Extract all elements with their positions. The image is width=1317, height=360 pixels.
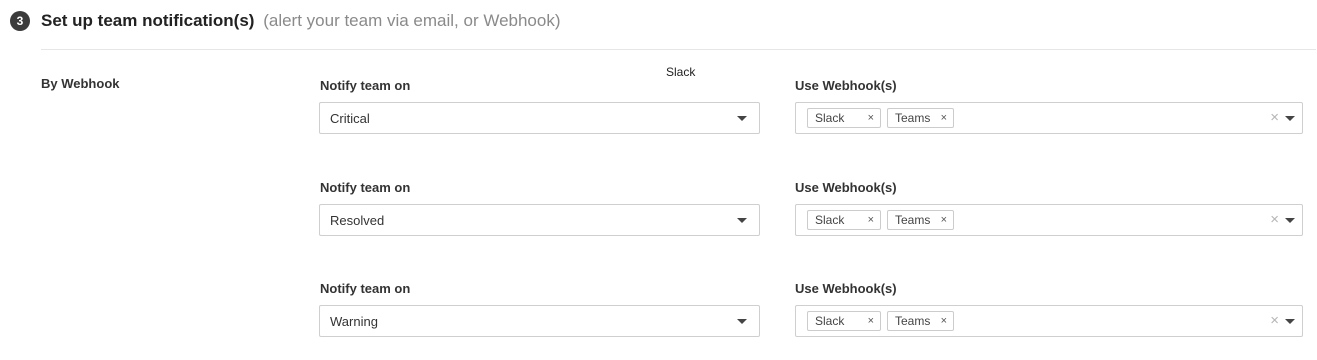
webhooks-multiselect[interactable]: Slack × Teams × × — [795, 102, 1303, 134]
clear-icon[interactable]: × — [1270, 109, 1279, 127]
webhook-chip-slack: Slack × — [807, 108, 881, 128]
step-number-badge: 3 — [10, 11, 30, 31]
notify-team-label: Notify team on — [320, 78, 411, 93]
close-icon[interactable]: × — [941, 312, 947, 330]
section-divider — [41, 49, 1316, 50]
webhook-chip-label: Slack — [815, 111, 845, 125]
webhook-chip-label: Teams — [895, 213, 931, 227]
notification-row: Notify team on Use Webhook(s) Critical S… — [0, 78, 1317, 148]
notify-team-label: Notify team on — [320, 180, 411, 195]
section-title-subtitle: (alert your team via email, or Webhook) — [263, 11, 561, 30]
section-title: Set up team notification(s) (alert your … — [41, 10, 561, 32]
close-icon[interactable]: × — [941, 109, 947, 127]
notify-severity-select[interactable]: Critical — [319, 102, 760, 134]
close-icon[interactable]: × — [868, 109, 874, 127]
use-webhooks-label: Use Webhook(s) — [795, 281, 897, 296]
hover-tooltip: Slack — [666, 65, 696, 79]
webhooks-multiselect[interactable]: Slack × Teams × × — [795, 305, 1303, 337]
close-icon[interactable]: × — [868, 312, 874, 330]
webhook-chip-slack: Slack × — [807, 311, 881, 331]
team-notification-section: 3 Set up team notification(s) (alert you… — [0, 0, 1317, 360]
webhook-chip-label: Teams — [895, 314, 931, 328]
webhook-chip-slack: Slack × — [807, 210, 881, 230]
clear-icon[interactable]: × — [1270, 312, 1279, 330]
webhook-chip-teams: Teams × — [887, 210, 954, 230]
caret-down-icon[interactable] — [737, 218, 747, 223]
notification-row: Notify team on Use Webhook(s) Warning Sl… — [0, 281, 1317, 351]
caret-down-icon[interactable] — [1285, 116, 1295, 121]
use-webhooks-label: Use Webhook(s) — [795, 180, 897, 195]
section-title-main: Set up team notification(s) — [41, 11, 255, 30]
close-icon[interactable]: × — [941, 211, 947, 229]
webhook-chip-teams: Teams × — [887, 108, 954, 128]
caret-down-icon[interactable] — [737, 319, 747, 324]
notify-severity-value: Resolved — [330, 213, 385, 228]
close-icon[interactable]: × — [868, 211, 874, 229]
webhook-chip-teams: Teams × — [887, 311, 954, 331]
notify-severity-select[interactable]: Warning — [319, 305, 760, 337]
webhooks-multiselect[interactable]: Slack × Teams × × — [795, 204, 1303, 236]
notify-team-label: Notify team on — [320, 281, 411, 296]
caret-down-icon[interactable] — [737, 116, 747, 121]
caret-down-icon[interactable] — [1285, 218, 1295, 223]
webhook-chip-label: Teams — [895, 111, 931, 125]
notify-severity-value: Critical — [330, 111, 370, 126]
notify-severity-value: Warning — [330, 314, 378, 329]
webhook-chip-label: Slack — [815, 314, 845, 328]
notify-severity-select[interactable]: Resolved — [319, 204, 760, 236]
caret-down-icon[interactable] — [1285, 319, 1295, 324]
notification-row: Notify team on Use Webhook(s) Resolved S… — [0, 180, 1317, 250]
use-webhooks-label: Use Webhook(s) — [795, 78, 897, 93]
webhook-chip-label: Slack — [815, 213, 845, 227]
clear-icon[interactable]: × — [1270, 211, 1279, 229]
